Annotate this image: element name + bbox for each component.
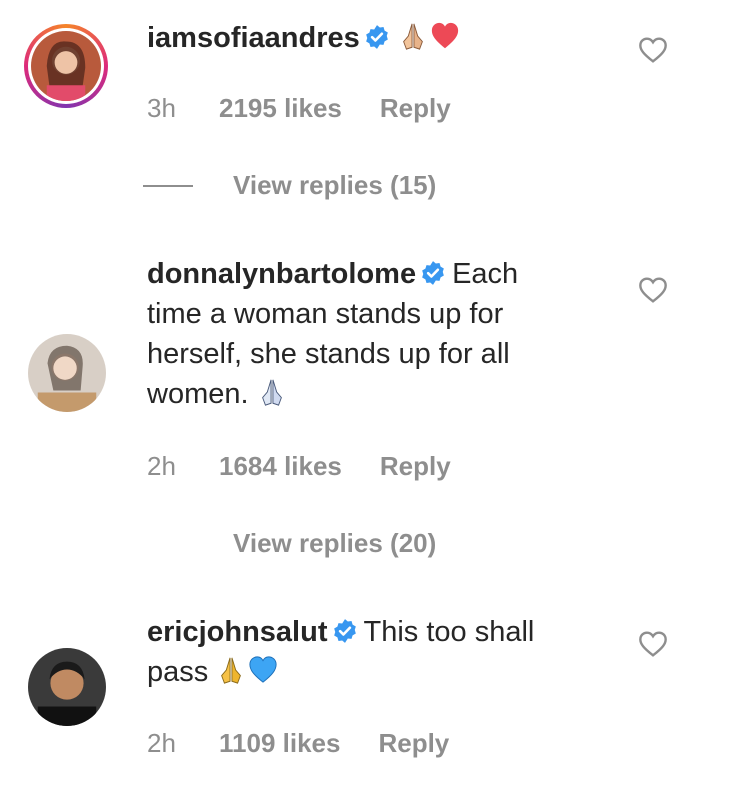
divider <box>143 184 193 187</box>
comment-meta: 3h 2195 likes Reply <box>147 93 451 124</box>
comment-text: Each <box>452 258 519 290</box>
avatar[interactable] <box>28 648 106 726</box>
comment-ericjohnsalut: ericjohnsalut This too shall pass 2h 1109… <box>0 600 732 798</box>
comment-meta: 2h 1109 likes Reply <box>147 728 449 759</box>
comment-body: ericjohnsalut This too shall pass <box>147 612 577 692</box>
verified-badge-icon <box>422 261 444 285</box>
view-replies-button[interactable]: View replies (20) <box>233 528 436 559</box>
avatar <box>31 31 101 101</box>
like-heart-icon[interactable] <box>636 274 670 306</box>
view-replies-label: View replies (20) <box>233 528 437 558</box>
comment-text: time a woman stands up for <box>147 298 504 330</box>
comment-likes[interactable]: 2195 likes <box>219 93 342 124</box>
comment-donnalynbartolome: donnalynbartolome Each time a woman stand… <box>0 240 732 570</box>
folded-hands-icon <box>221 657 242 684</box>
comment-body: donnalynbartolome Each time a woman stand… <box>147 254 577 414</box>
comment-text: pass <box>147 656 209 688</box>
avatar-story-ring[interactable] <box>24 24 108 108</box>
folded-hands-icon <box>402 23 423 50</box>
comment-time[interactable]: 2h <box>147 728 219 759</box>
red-heart-icon <box>431 22 458 49</box>
comment-text: herself, she stands up for all <box>147 338 510 370</box>
comment-time[interactable]: 3h <box>147 93 219 124</box>
comment-time[interactable]: 2h <box>147 451 219 482</box>
reply-button[interactable]: Reply <box>380 93 451 124</box>
view-replies-label: View replies (15) <box>233 170 437 200</box>
comment-meta: 2h 1684 likes Reply <box>147 451 451 482</box>
verified-badge-icon <box>365 25 388 49</box>
reply-button[interactable]: Reply <box>378 728 449 759</box>
reply-button[interactable]: Reply <box>380 451 451 482</box>
comment-likes[interactable]: 1684 likes <box>219 451 342 482</box>
comment-text: women. <box>147 378 249 410</box>
view-replies-button[interactable]: View replies (15) <box>143 170 436 201</box>
comment-text: This too shall <box>363 616 535 648</box>
avatar[interactable] <box>28 334 106 412</box>
comment-username[interactable]: iamsofiaandres <box>147 22 360 54</box>
comment-body: iamsofiaandres <box>147 18 577 58</box>
comment-username[interactable]: ericjohnsalut <box>147 616 328 648</box>
comment-likes[interactable]: 1109 likes <box>219 728 340 759</box>
like-heart-icon[interactable] <box>636 34 670 66</box>
comment-username[interactable]: donnalynbartolome <box>147 258 416 290</box>
blue-heart-icon <box>249 656 277 683</box>
verified-badge-icon <box>333 619 356 643</box>
like-heart-icon[interactable] <box>636 628 670 660</box>
comment-iamsofiaandres: iamsofiaandres 3h 2195 likes Reply View … <box>0 0 732 210</box>
folded-hands-icon <box>261 379 282 406</box>
